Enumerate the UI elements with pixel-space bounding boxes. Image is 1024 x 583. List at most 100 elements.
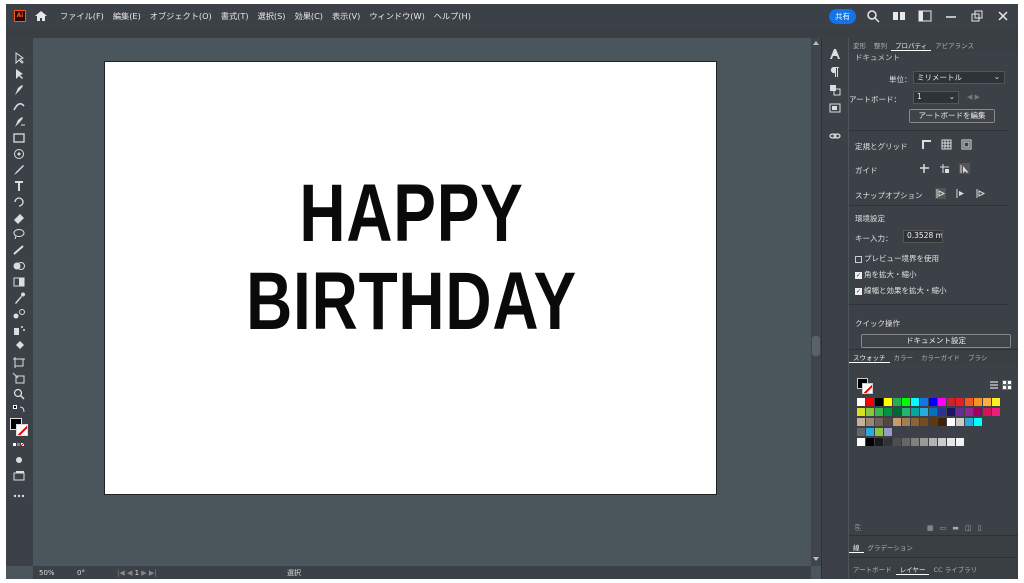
snap-to-pixel-icon[interactable] [955,188,966,199]
swatch[interactable] [875,438,883,446]
show-guides-icon[interactable] [919,163,930,174]
zoom-level[interactable]: 50% [39,569,77,577]
artboard-navigator[interactable]: |◀ ◀ 1 ▶ ▶| [117,569,177,577]
swatch[interactable] [866,428,874,436]
unit-dropdown[interactable]: ミリメートル ⌄ [913,71,1005,84]
artboard[interactable]: HAPPY BIRTHDAY [104,61,717,495]
menu-item-3[interactable]: 書式(T) [221,10,249,22]
swatch[interactable] [884,438,892,446]
restore-icon[interactable] [970,9,984,23]
menu-item-4[interactable]: 選択(S) [258,10,286,22]
swatch[interactable] [983,408,991,416]
character-panel-icon[interactable] [829,48,841,60]
swatch[interactable] [965,418,973,426]
menu-item-1[interactable]: 編集(E) [113,10,141,22]
tab-grad-tabs-1[interactable]: グラデーション [864,542,917,552]
tab-props-tabs-3[interactable]: アピアランス [931,40,978,50]
home-icon[interactable] [34,9,48,23]
opentype-panel-icon[interactable] [829,84,841,96]
links-panel-icon[interactable] [829,130,841,142]
transparency-grid-icon[interactable] [961,139,972,150]
swatch[interactable] [929,408,937,416]
swatch[interactable] [938,398,946,406]
swatch[interactable] [956,408,964,416]
swatch[interactable] [884,428,892,436]
tab-swatch-tabs-2[interactable]: カラーガイド [917,352,964,362]
swatch[interactable] [929,398,937,406]
swatch[interactable] [875,418,883,426]
swatch[interactable] [866,398,874,406]
menu-item-0[interactable]: ファイル(F) [60,10,104,22]
snap-to-glyph-icon[interactable] [975,188,986,199]
share-button[interactable]: 共有 [829,8,856,24]
swatch[interactable] [983,398,991,406]
swatch[interactable] [866,408,874,416]
anchor-point-tool-icon[interactable] [12,116,26,128]
gradient-tool-icon[interactable] [12,276,26,288]
tab-swatch-tabs-0[interactable]: スウォッチ [849,352,890,363]
scale-strokes-option[interactable]: ✓ 線幅と効果を拡大・縮小 [855,285,947,296]
blend-tool-icon[interactable] [12,308,26,320]
headline-text[interactable]: HAPPY BIRTHDAY [172,170,650,346]
swatch-stroke-indicator[interactable] [862,383,873,394]
swatch[interactable] [947,418,955,426]
vertical-scroll-thumb[interactable] [812,336,820,356]
swatch[interactable] [893,408,901,416]
lock-guides-icon[interactable] [939,163,950,174]
screen-mode-icon[interactable] [12,470,26,482]
swatch[interactable] [893,398,901,406]
swatch[interactable] [893,418,901,426]
swatch[interactable] [884,398,892,406]
minimize-icon[interactable] [944,9,958,23]
swatch-footer-icons[interactable]: ▦▭▬◫▯ [927,524,987,532]
paintbrush-tool-icon[interactable] [12,164,26,176]
swatch[interactable] [920,408,928,416]
zoom-tool-icon[interactable] [12,388,26,400]
rotate-tool-icon[interactable] [12,196,26,208]
smart-guides-icon[interactable] [959,163,970,174]
swatch[interactable] [884,408,892,416]
artboard-tool-icon[interactable] [12,356,26,368]
swatch[interactable] [911,398,919,406]
eyedropper-tool-icon[interactable] [12,292,26,304]
list-view-icon[interactable] [989,380,999,390]
swatch[interactable] [920,438,928,446]
menu-item-8[interactable]: ヘルプ(H) [434,10,471,22]
swatch[interactable] [911,438,919,446]
swatch[interactable] [947,398,955,406]
swatch[interactable] [920,418,928,426]
preview-bounds-option[interactable]: プレビュー境界を使用 [855,253,939,264]
swatch[interactable] [947,408,955,416]
artboard-number[interactable]: 1 [135,569,139,577]
scale-corners-checkbox[interactable]: ✓ [855,271,862,279]
tab-swatch-tabs-3[interactable]: ブラシ [964,352,991,362]
workspace-switcher-icon[interactable] [918,9,932,23]
headline-line-1[interactable]: HAPPY [172,170,650,258]
swatch[interactable] [857,428,865,436]
swatch[interactable] [929,418,937,426]
swatch[interactable] [902,438,910,446]
scroll-up-icon[interactable] [813,40,819,46]
swatch[interactable] [857,398,865,406]
headline-line-2[interactable]: BIRTHDAY [172,258,650,346]
swatch[interactable] [920,398,928,406]
swatch[interactable] [974,398,982,406]
swatch[interactable] [956,398,964,406]
menu-item-7[interactable]: ウィンドウ(W) [369,10,424,22]
menu-item-2[interactable]: オブジェクト(O) [150,10,212,22]
thumbnail-view-icon[interactable] [1002,380,1012,390]
swatch[interactable] [893,438,901,446]
swatch[interactable] [857,438,865,446]
color-mode-icons[interactable] [12,440,26,452]
swatch[interactable] [911,408,919,416]
swatch[interactable] [974,418,982,426]
pen-tool-icon[interactable] [12,84,26,96]
edit-toolbar-icon[interactable] [12,490,26,502]
edit-artboard-button[interactable]: アートボードを編集 [909,109,995,123]
symbol-sprayer-tool-icon[interactable] [12,324,26,336]
grid-icon[interactable] [941,139,952,150]
direct-selection-tool-icon[interactable] [12,68,26,80]
scale-corners-option[interactable]: ✓ 角を拡大・縮小 [855,269,917,280]
type-tool-icon[interactable] [12,180,26,192]
swatch-library-menu-icon[interactable]: ⎘ [855,524,861,533]
